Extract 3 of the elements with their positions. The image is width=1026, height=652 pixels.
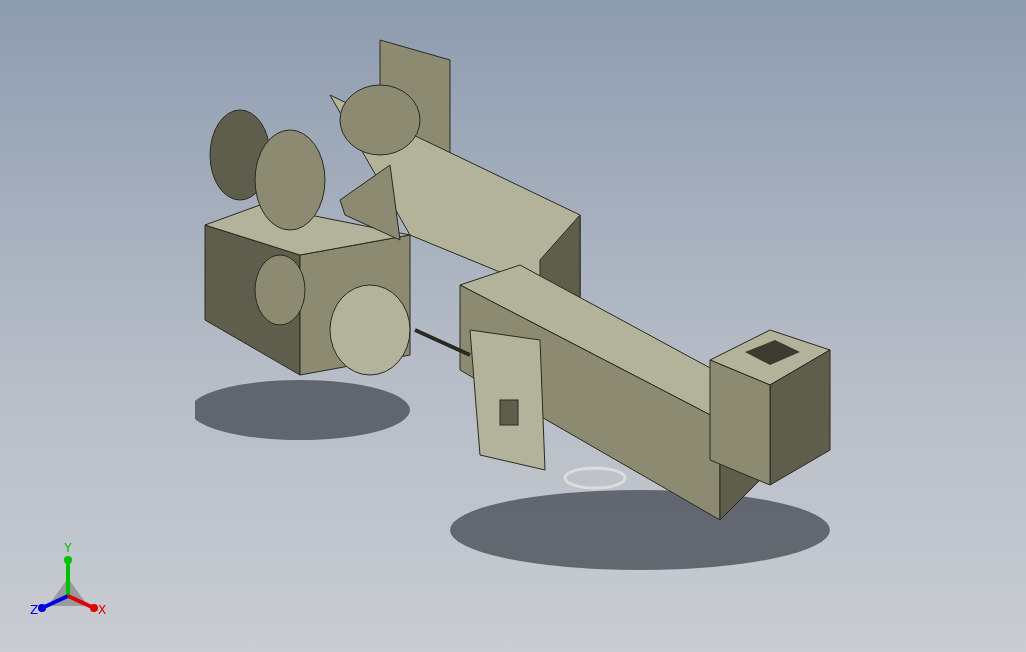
axis-label: Z (29, 603, 39, 617)
axis-label: X (97, 603, 107, 617)
axis-label: Y (64, 541, 72, 555)
